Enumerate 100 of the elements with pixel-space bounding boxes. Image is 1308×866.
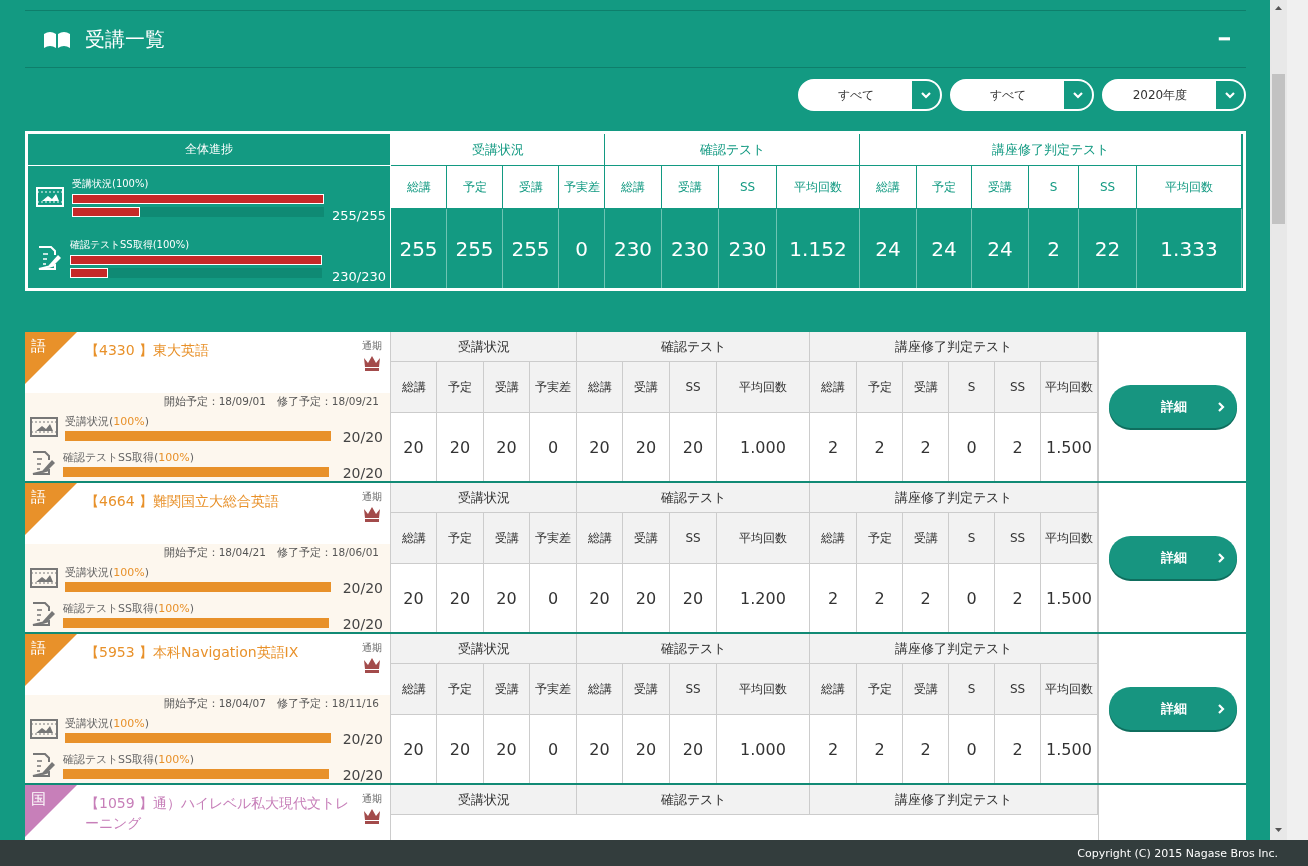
section-title: 受講一覧 <box>85 25 166 53</box>
progress-count: 230/230 <box>332 269 386 284</box>
filter-dropdown[interactable]: すべて <box>950 79 1094 111</box>
term-label: 通期 <box>362 339 382 353</box>
column-header: SS <box>670 513 717 564</box>
progress-label: 受講状況(100%) <box>72 176 150 191</box>
group-header: 受講状況 <box>391 785 577 815</box>
column-header: 平均回数 <box>777 166 860 209</box>
crown-icon <box>363 657 381 673</box>
group-header: 受講状況 <box>391 634 577 664</box>
column-header: 平均回数 <box>1041 664 1098 715</box>
column-header: SS <box>1079 166 1137 209</box>
term-label: 通期 <box>362 792 382 806</box>
progress-label: 確認テストSS取得(100%) <box>63 751 195 767</box>
column-header: 総講 <box>810 513 857 564</box>
column-header: 受講 <box>903 664 949 715</box>
progress-count: 20/20 <box>342 616 383 632</box>
column-header: 受講 <box>972 166 1029 209</box>
term-label: 通期 <box>362 641 382 655</box>
column-header: 受講 <box>903 362 949 413</box>
column-header: SS <box>670 664 717 715</box>
crown-icon <box>363 355 381 371</box>
group-header: 確認テスト <box>577 332 810 362</box>
detail-button[interactable]: 詳細 <box>1108 536 1237 579</box>
column-header: 予実差 <box>559 166 605 209</box>
term-label: 通期 <box>362 490 382 504</box>
progress-label: 受講状況(100%) <box>65 715 151 731</box>
column-header: 総講 <box>391 166 447 209</box>
column-header: 受講 <box>484 513 530 564</box>
column-header: 平均回数 <box>717 513 810 564</box>
column-header: 受講 <box>503 166 559 209</box>
panel-title: 全体進捗 <box>28 134 390 166</box>
crown-icon <box>363 506 381 522</box>
film-icon <box>36 186 64 207</box>
group-header: 講座修了判定テスト <box>810 785 1098 815</box>
group-header: 確認テスト <box>577 785 810 815</box>
group-header: 講座修了判定テスト <box>810 332 1098 362</box>
chevron-down-icon <box>920 89 932 101</box>
column-header: SS <box>670 362 717 413</box>
progress-label: 受講状況(100%) <box>65 413 151 429</box>
column-header: SS <box>995 513 1041 564</box>
film-icon <box>30 568 58 588</box>
group-header: 確認テスト <box>577 483 810 513</box>
schedule-dates: 開始予定：18/04/07 修了予定：18/11/16 <box>163 697 379 711</box>
column-header: 受講 <box>623 362 670 413</box>
column-header: 予定 <box>437 362 484 413</box>
progress-label: 受講状況(100%) <box>65 564 151 580</box>
schedule-dates: 開始予定：18/04/21 修了予定：18/06/01 <box>163 546 379 560</box>
column-header: 総講 <box>577 664 623 715</box>
subject-tag: 語 <box>25 332 77 384</box>
progress-label: 確認テストSS取得(100%) <box>63 600 195 616</box>
column-header: 総講 <box>577 513 623 564</box>
crown-icon <box>363 808 381 824</box>
collapse-button[interactable]: ━ <box>1219 28 1230 50</box>
column-header: 受講 <box>623 664 670 715</box>
column-header: 予定 <box>857 362 903 413</box>
chevron-down-icon <box>1072 89 1084 101</box>
column-header: 平均回数 <box>717 664 810 715</box>
course-title: 【4330 】東大英語 <box>85 341 211 360</box>
subject-tag: 国 <box>25 785 77 837</box>
group-header: 講座修了判定テスト <box>810 483 1098 513</box>
column-header: S <box>949 362 995 413</box>
column-header: 受講 <box>484 362 530 413</box>
progress-count: 20/20 <box>342 767 383 783</box>
subject-tag: 語 <box>25 634 77 686</box>
column-header: 受講 <box>623 513 670 564</box>
detail-button[interactable]: 詳細 <box>1108 687 1237 730</box>
group-header: 確認テスト <box>577 634 810 664</box>
column-header: 平均回数 <box>1041 362 1098 413</box>
column-header: S <box>1029 166 1079 209</box>
column-header: 総講 <box>391 664 437 715</box>
column-header: 総講 <box>860 166 917 209</box>
film-icon <box>30 719 58 739</box>
document-edit-icon <box>30 752 56 778</box>
filter-dropdown[interactable]: 2020年度 <box>1102 79 1246 111</box>
column-header: 受講 <box>484 664 530 715</box>
column-header: 総講 <box>810 362 857 413</box>
document-edit-icon <box>36 244 62 271</box>
column-header: 総講 <box>810 664 857 715</box>
document-edit-icon <box>30 601 56 627</box>
column-header: S <box>949 513 995 564</box>
column-header: 総講 <box>391 513 437 564</box>
course-title: 【4664 】難関国立大総合英語 <box>85 492 281 511</box>
group-header: 講座修了判定テスト <box>860 134 1242 166</box>
copyright-text: Copyright (C) 2015 Nagase Bros Inc. <box>1077 846 1278 860</box>
column-header: 平均回数 <box>717 362 810 413</box>
chevron-down-icon <box>1224 89 1236 101</box>
group-header: 受講状況 <box>391 483 577 513</box>
film-icon <box>30 417 58 437</box>
progress-label: 確認テストSS取得(100%) <box>70 237 191 252</box>
column-header: 受講 <box>903 513 949 564</box>
detail-button[interactable]: 詳細 <box>1108 385 1237 428</box>
course-title: 【1059 】通）ハイレベル私大現代文トレーニング <box>85 794 351 833</box>
progress-count: 20/20 <box>342 465 383 481</box>
filter-dropdown[interactable]: すべて <box>798 79 942 111</box>
progress-count: 20/20 <box>342 731 383 747</box>
document-edit-icon <box>30 450 56 476</box>
column-header: 総講 <box>391 362 437 413</box>
progress-count: 20/20 <box>342 429 383 445</box>
column-header: 予実差 <box>530 513 577 564</box>
